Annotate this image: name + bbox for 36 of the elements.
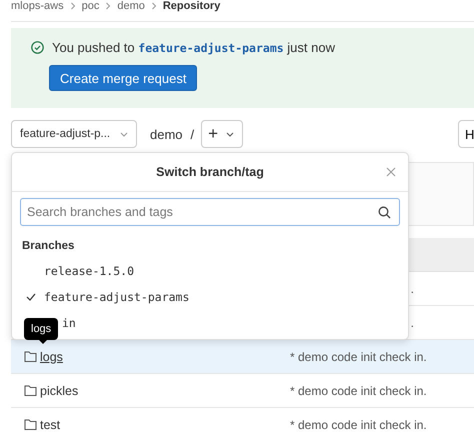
branch-dropdown[interactable]: feature-adjust-p... [11, 120, 137, 148]
chevron-right-icon [70, 2, 76, 10]
file-row[interactable]: logs * demo code init check in. [11, 340, 474, 374]
close-icon[interactable] [386, 167, 396, 177]
commit-message: * demo code init check in. [290, 418, 427, 432]
add-dropdown[interactable]: + [201, 120, 244, 148]
folder-icon [24, 419, 37, 430]
chevron-right-icon [105, 2, 112, 10]
push-message: You pushed to feature-adjust-params just now [52, 40, 335, 55]
breadcrumb-link[interactable]: poc [82, 0, 100, 12]
search-icon [378, 206, 391, 218]
commit-message: * demo code init check in. [290, 350, 427, 364]
breadcrumb-link[interactable]: mlops-aws [11, 0, 64, 12]
branch-item[interactable]: in [62, 316, 76, 330]
section-heading: Branches [22, 240, 76, 252]
create-merge-request-button[interactable]: Create merge request [49, 65, 198, 91]
commit-message: * demo code init check in. [290, 384, 427, 398]
branch-item[interactable]: feature-adjust-params [44, 290, 190, 304]
path-separator: / [190, 126, 194, 142]
breadcrumb-link[interactable]: demo [117, 0, 145, 12]
folder-icon [24, 351, 37, 362]
check-circle-icon [31, 41, 44, 54]
history-button[interactable]: H [458, 120, 474, 148]
chevron-down-icon [120, 132, 128, 136]
folder-link[interactable]: logs [11, 350, 290, 364]
folder-link[interactable]: pickles [11, 384, 290, 398]
path-segment[interactable]: demo [150, 126, 183, 142]
commit-message: . [410, 316, 414, 330]
folder-link[interactable]: test [11, 418, 290, 432]
breadcrumb-link[interactable]: Repository [162, 0, 220, 12]
chevron-down-icon [226, 132, 234, 136]
chevron-right-icon [150, 2, 157, 10]
branch-item[interactable]: release-1.5.0 [44, 264, 134, 278]
folder-icon [24, 385, 37, 396]
popover-title: Switch branch/tag [156, 165, 264, 179]
commit-message: . [410, 282, 414, 296]
